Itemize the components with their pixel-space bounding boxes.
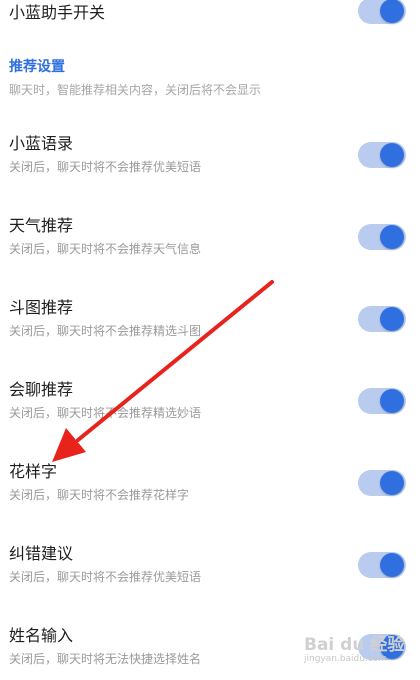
toggle-knob <box>380 553 404 577</box>
toggle-knob <box>380 0 404 23</box>
assistant-switch-toggle[interactable] <box>358 0 406 24</box>
section-description: 聊天时，智能推荐相关内容，关闭后将不会显示 <box>9 83 262 97</box>
setting-title: 斗图推荐 <box>9 298 74 317</box>
setting-description: 关闭后，聊天时将不会推荐精选妙语 <box>9 406 202 420</box>
setting-title: 小蓝助手开关 <box>9 3 106 22</box>
setting-toggle[interactable] <box>358 552 406 578</box>
setting-toggle[interactable] <box>358 388 406 414</box>
setting-toggle[interactable] <box>358 470 406 496</box>
watermark-brand: Bai du 经验 <box>304 635 405 655</box>
setting-title: 会聊推荐 <box>9 380 74 399</box>
watermark: Bai du 经验 jingyan.baidu.com <box>300 628 412 674</box>
watermark-url: jingyan.baidu.com <box>304 654 388 664</box>
setting-description: 关闭后，聊天时将不会推荐优美短语 <box>9 570 202 584</box>
setting-toggle[interactable] <box>358 306 406 332</box>
setting-title: 天气推荐 <box>9 216 74 235</box>
setting-title: 纠错建议 <box>9 544 74 563</box>
toggle-knob <box>380 225 404 249</box>
setting-title: 花样字 <box>9 462 58 481</box>
setting-toggle[interactable] <box>358 142 406 168</box>
toggle-knob <box>380 307 404 331</box>
toggle-knob <box>380 389 404 413</box>
setting-title: 小蓝语录 <box>9 134 74 153</box>
setting-description: 关闭后，聊天时将不会推荐花样字 <box>9 488 190 502</box>
setting-description: 关闭后，聊天时将不会推荐优美短语 <box>9 160 202 174</box>
setting-description: 关闭后，聊天时将不会推荐天气信息 <box>9 242 202 256</box>
arrow-head <box>52 428 86 462</box>
section-title: 推荐设置 <box>9 59 65 75</box>
setting-title: 姓名输入 <box>9 626 74 645</box>
setting-description: 关闭后，聊天时将无法快捷选择姓名 <box>9 652 202 666</box>
toggle-knob <box>380 143 404 167</box>
setting-description: 关闭后，聊天时将不会推荐精选斗图 <box>9 324 202 338</box>
toggle-knob <box>380 471 404 495</box>
setting-toggle[interactable] <box>358 224 406 250</box>
